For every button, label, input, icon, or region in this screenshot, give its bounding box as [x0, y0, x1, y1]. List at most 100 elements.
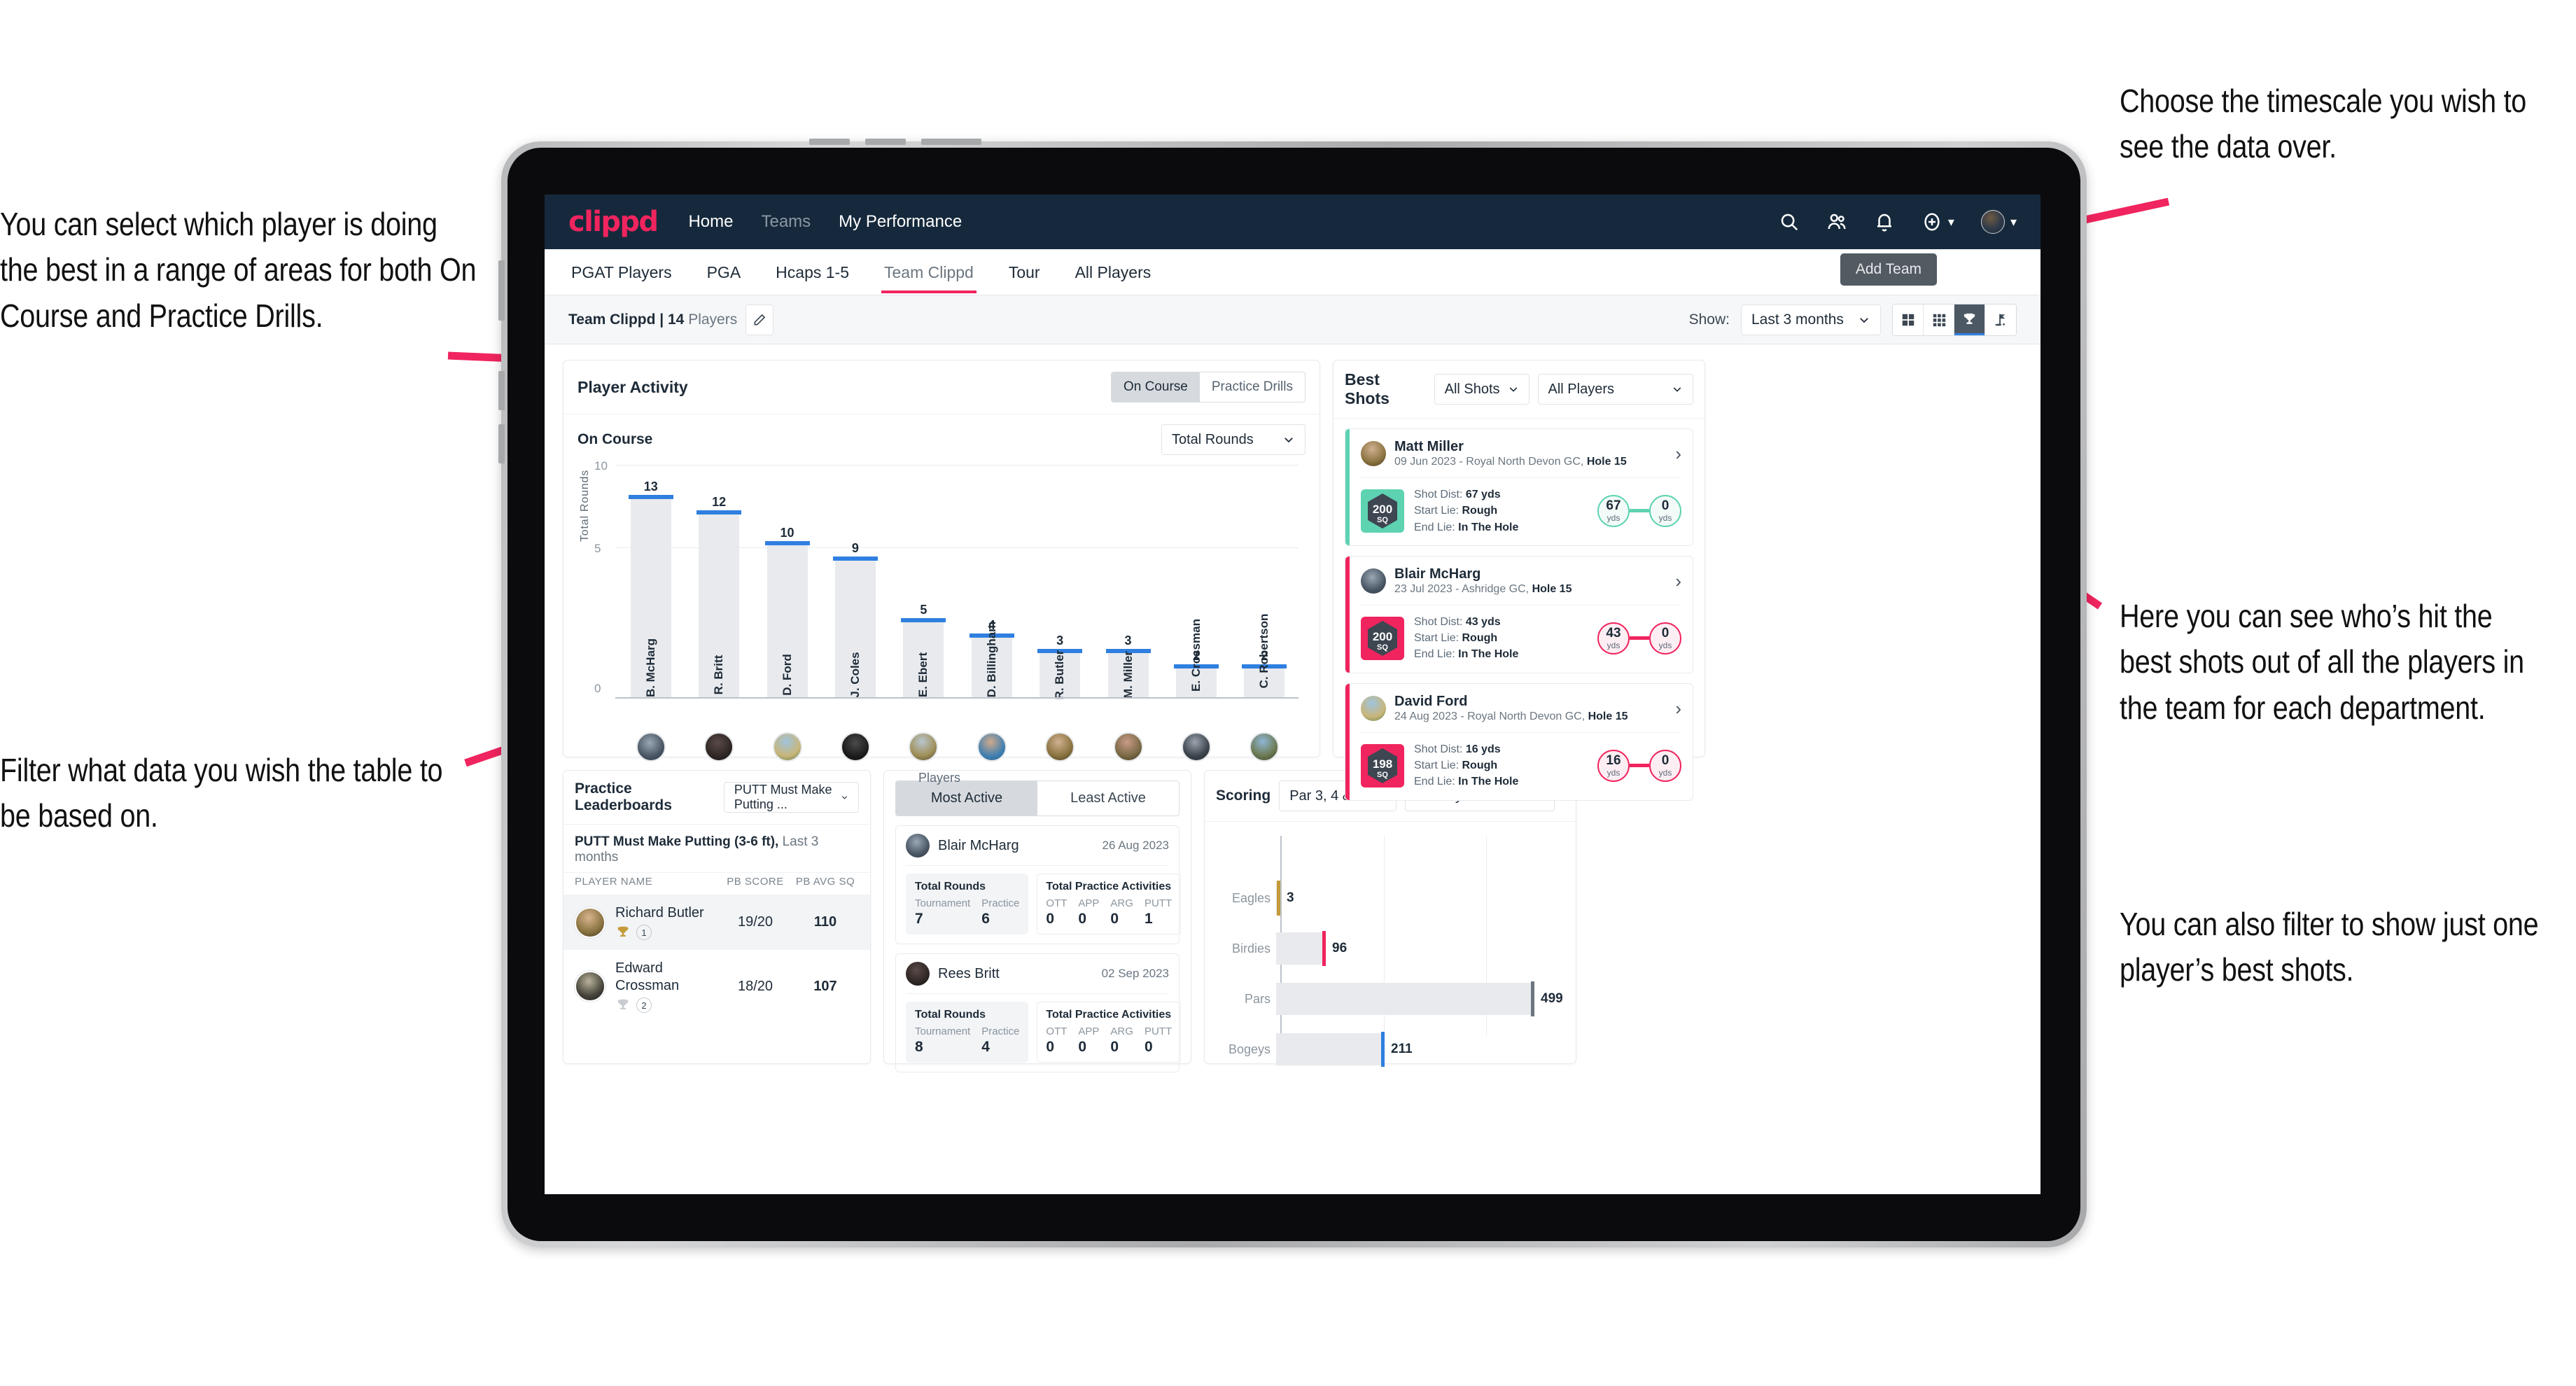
- view-golf-flag-button[interactable]: [1985, 304, 2016, 335]
- bar-column[interactable]: 9 J. Coles: [821, 466, 889, 699]
- table-row[interactable]: Edward Crossman 2 18/20 107: [564, 950, 870, 1023]
- player-avatar[interactable]: [1162, 732, 1230, 762]
- people-icon[interactable]: [1826, 211, 1847, 232]
- activity-date: 02 Sep 2023: [1101, 967, 1169, 980]
- scoring-bar-row[interactable]: Pars 499: [1216, 980, 1564, 1018]
- shot-dist-value: 43 yds: [1465, 615, 1501, 628]
- player-avatar[interactable]: [821, 732, 889, 762]
- avatar: [1361, 696, 1386, 722]
- table-row[interactable]: Richard Butler 1 19/20 110: [564, 895, 870, 950]
- edit-team-button[interactable]: [746, 304, 774, 335]
- bar-cap: [764, 541, 810, 545]
- activity-player-card[interactable]: Blair McHarg 26 Aug 2023 Total Rounds To…: [895, 825, 1182, 944]
- timescale-select[interactable]: Last 3 months: [1741, 304, 1881, 335]
- annotation-right-middle: Here you can see who’s hit the best shot…: [2120, 598, 2524, 726]
- tab-pga[interactable]: PGA: [704, 251, 744, 293]
- bar[interactable]: R. Britt: [696, 510, 742, 699]
- practice-value: 0: [1110, 1039, 1119, 1055]
- scoring-label: Pars: [1244, 991, 1270, 1006]
- bar[interactable]: D. Billingham: [969, 622, 1014, 699]
- tab-tour[interactable]: Tour: [1006, 251, 1043, 293]
- chevron-right-icon[interactable]: ›: [1675, 570, 1681, 592]
- bar-column[interactable]: 10 D. Ford: [753, 466, 821, 699]
- plus-circle-icon[interactable]: [1921, 211, 1942, 232]
- best-shot-card[interactable]: Matt Miller 09 Jun 2023 - Royal North De…: [1345, 428, 1693, 546]
- scoring-bar-row[interactable]: Eagles 3: [1216, 879, 1564, 917]
- player-avatar[interactable]: [1026, 732, 1093, 762]
- bar-column[interactable]: 5 E. Ebert: [890, 466, 958, 699]
- scoring-bar-row[interactable]: Bogeys 211: [1216, 1030, 1564, 1068]
- tab-team-clippd[interactable]: Team Clippd: [881, 251, 976, 293]
- account-menu[interactable]: ▾: [1980, 210, 2017, 234]
- view-trophy-button[interactable]: [1954, 304, 1985, 335]
- best-shot-date-course: 23 Jul 2023 - Ashridge GC,: [1394, 582, 1532, 595]
- player-avatar[interactable]: [753, 732, 821, 762]
- tab-all-players[interactable]: All Players: [1072, 251, 1154, 293]
- chevron-right-icon[interactable]: ›: [1675, 698, 1681, 720]
- search-icon[interactable]: [1779, 211, 1800, 232]
- activity-player-card[interactable]: Rees Britt 02 Sep 2023 Total Rounds Tour…: [895, 953, 1182, 1072]
- bar-column[interactable]: 2 E. Crossman: [1162, 466, 1230, 699]
- best-shot-card[interactable]: David Ford 24 Aug 2023 - Royal North Dev…: [1345, 682, 1693, 801]
- shot-start-value: 16: [1606, 752, 1621, 768]
- bar[interactable]: J. Coles: [832, 556, 878, 699]
- sq-unit: SQ: [1377, 771, 1388, 779]
- bar-label: M. Miller: [1121, 650, 1135, 699]
- scoring-bar-row[interactable]: Birdies 96: [1216, 930, 1564, 967]
- bar[interactable]: E. Ebert: [901, 618, 946, 699]
- bar-column[interactable]: 3 R. Butler: [1026, 466, 1093, 699]
- metric-select[interactable]: Total Rounds: [1161, 424, 1306, 455]
- bar[interactable]: M. Miller: [1105, 649, 1151, 699]
- tab-least-active[interactable]: Least Active: [1037, 781, 1179, 816]
- practice-value: 0: [1046, 1039, 1055, 1055]
- segment-on-course[interactable]: On Course: [1112, 372, 1200, 402]
- bar-column[interactable]: 13 B. McHarg: [617, 466, 685, 699]
- player-avatar[interactable]: [890, 732, 958, 762]
- tab-most-active[interactable]: Most Active: [896, 781, 1037, 816]
- chevron-right-icon[interactable]: ›: [1675, 443, 1681, 465]
- avatar: [1361, 441, 1386, 467]
- best-shots-shot-filter[interactable]: All Shots: [1434, 374, 1530, 405]
- player-avatar[interactable]: [1094, 732, 1162, 762]
- avatar[interactable]: [1980, 210, 2005, 234]
- bar[interactable]: R. Butler: [1037, 649, 1083, 699]
- bar-column[interactable]: 4 D. Billingham: [958, 466, 1026, 699]
- activity-card: Most Active Least Active Blair McHarg 26…: [883, 770, 1191, 1072]
- start-lie-value: Rough: [1462, 505, 1498, 517]
- bar[interactable]: B. McHarg: [628, 495, 673, 699]
- segment-practice-drills[interactable]: Practice Drills: [1199, 372, 1305, 402]
- shot-end-node: 0 yds: [1649, 622, 1681, 654]
- drill-select[interactable]: PUTT Must Make Putting ...: [723, 782, 859, 813]
- nav-link-home[interactable]: Home: [688, 212, 733, 232]
- view-grid-4-button[interactable]: [1893, 304, 1924, 335]
- view-grid-9-button[interactable]: [1924, 304, 1954, 335]
- player-avatar[interactable]: [617, 732, 685, 762]
- bar-column[interactable]: 3 M. Miller: [1094, 466, 1162, 699]
- add-menu[interactable]: ▾: [1921, 211, 1954, 232]
- clippd-logo[interactable]: clippd: [568, 206, 659, 238]
- player-avatar[interactable]: [1231, 732, 1298, 762]
- nav-link-my-performance[interactable]: My Performance: [839, 212, 962, 232]
- bar-column[interactable]: 12 R. Britt: [685, 466, 752, 699]
- tab-pgat-players[interactable]: PGAT Players: [568, 251, 675, 293]
- bar[interactable]: C. Robertson: [1242, 614, 1287, 699]
- nav-link-teams[interactable]: Teams: [761, 212, 811, 232]
- activity-tab-group: Most Active Least Active: [895, 780, 1180, 816]
- bar-column[interactable]: 2 C. Robertson: [1231, 466, 1298, 699]
- player-avatar[interactable]: [958, 732, 1026, 762]
- player-avatar[interactable]: [685, 732, 752, 762]
- sub-header: Team Clippd | 14 Players Show: Last 3 mo…: [545, 295, 2040, 344]
- bar[interactable]: D. Ford: [764, 541, 810, 699]
- team-name: Team Clippd: [568, 311, 656, 328]
- player-name: Rees Britt: [938, 965, 1000, 981]
- bell-icon[interactable]: [1874, 211, 1895, 232]
- best-shot-card[interactable]: Blair McHarg 23 Jul 2023 - Ashridge GC, …: [1345, 555, 1693, 673]
- bar[interactable]: E. Crossman: [1173, 619, 1219, 699]
- tab-hcaps-1-5[interactable]: Hcaps 1-5: [773, 251, 852, 293]
- best-shots-player-filter[interactable]: All Players: [1537, 374, 1693, 405]
- practice-activities-title: Total Practice Activities: [1046, 881, 1172, 892]
- device-button-top-3: [921, 139, 981, 145]
- shot-start-value: 67: [1606, 498, 1621, 513]
- rank-group: 1: [615, 925, 719, 940]
- best-shot-player-name: Matt Miller: [1394, 439, 1464, 454]
